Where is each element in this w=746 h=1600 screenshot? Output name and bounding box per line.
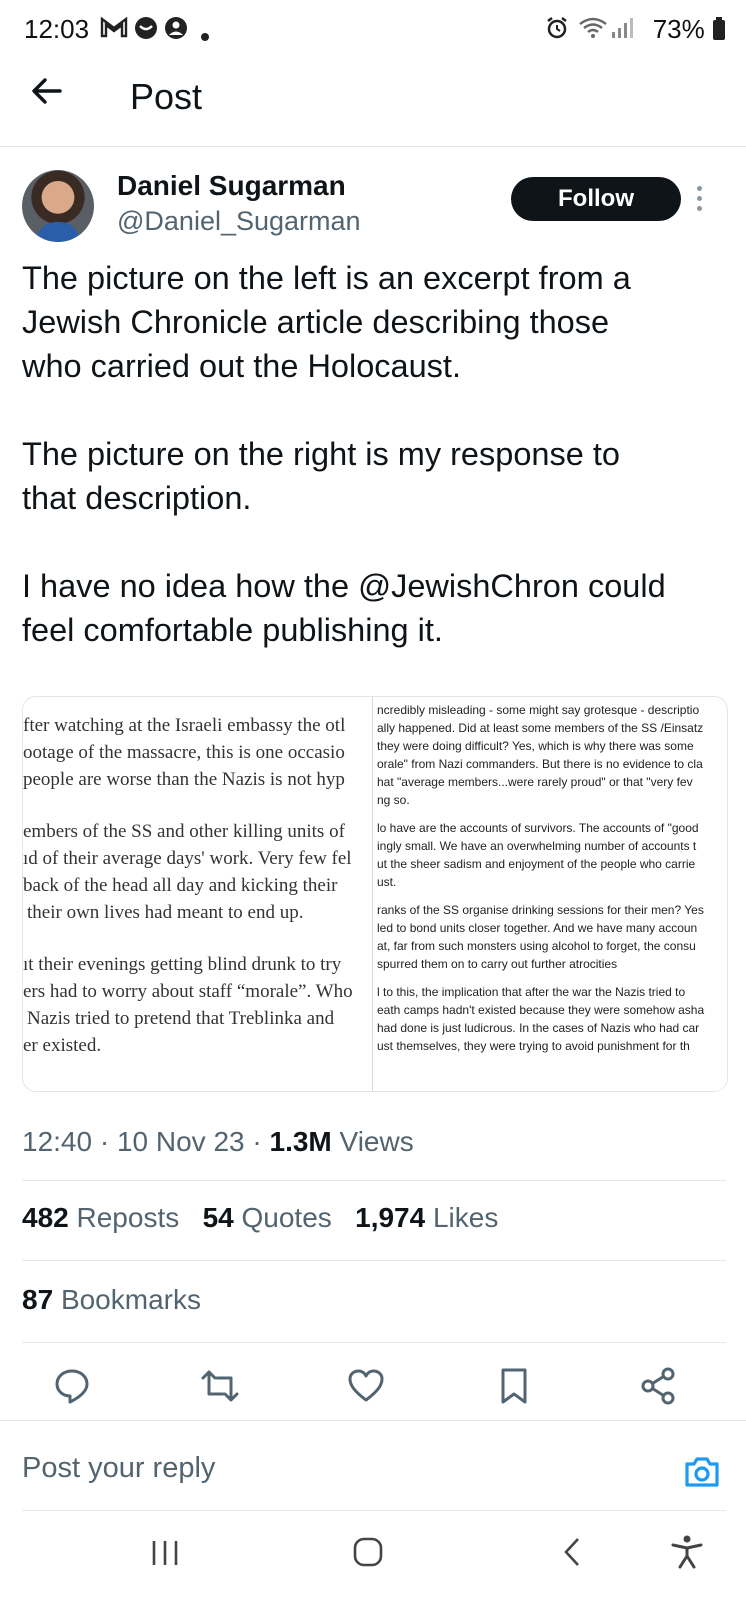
reply-icon[interactable] — [52, 1366, 96, 1410]
response-line: at, far from such monsters using alcohol… — [377, 939, 696, 953]
bookmarks-count: 87 — [22, 1284, 54, 1315]
action-bar — [0, 1366, 746, 1422]
tweet-line: The picture on the left is an excerpt fr… — [22, 260, 631, 296]
post-date: 10 Nov 23 — [116, 1126, 245, 1157]
divider — [0, 1420, 746, 1421]
reposts-label: Reposts — [76, 1202, 180, 1233]
repost-icon[interactable] — [200, 1366, 244, 1410]
excerpt-line: back of the head all day and kicking the… — [23, 875, 338, 896]
response-line: ust themselves, they were trying to avoi… — [377, 1039, 690, 1053]
back-arrow-icon[interactable] — [30, 74, 64, 116]
quotes-label: Quotes — [241, 1202, 332, 1233]
bookmark-icon[interactable] — [494, 1366, 538, 1410]
status-bar: 12:03 73% — [0, 0, 746, 58]
avatar[interactable] — [22, 170, 94, 242]
app-notification-icon — [134, 16, 158, 46]
response-line: they were doing difficult? Yes, which is… — [377, 739, 694, 753]
response-line: ingly small. We have an overwhelming num… — [377, 839, 697, 853]
accessibility-icon[interactable] — [670, 1534, 704, 1575]
post-timestamp: 12:40 · 10 Nov 23 · 1.3M Views — [22, 1126, 414, 1157]
tweet-line: I have no idea how the @JewishChron coul… — [22, 568, 666, 604]
response-line: had done is just ludicrous. In the cases… — [377, 1021, 700, 1035]
excerpt-line: ıd of their average days' work. Very few… — [23, 848, 352, 869]
excerpt-line: people are worse than the Nazis is not h… — [23, 769, 345, 790]
tweet-line: that description. — [22, 480, 252, 516]
system-nav-bar — [0, 1532, 746, 1600]
response-line: led to bond units closer together. And w… — [377, 921, 698, 935]
image-divider — [372, 697, 373, 1091]
bookmarks-stat[interactable]: 87 Bookmarks — [22, 1284, 201, 1316]
home-icon[interactable] — [352, 1536, 384, 1573]
reposts-stat[interactable]: 482 Reposts — [22, 1202, 179, 1233]
tweet-line: Jewish Chronicle article describing thos… — [22, 304, 610, 340]
response-line: ust. — [377, 875, 397, 889]
back-nav-icon[interactable] — [560, 1536, 586, 1573]
tweet-image[interactable]: fter watching at the Israeli embassy the… — [22, 696, 728, 1092]
page-title: Post — [130, 76, 203, 117]
share-icon[interactable] — [638, 1366, 682, 1410]
likes-stat[interactable]: 1,974 Likes — [355, 1202, 498, 1233]
battery-icon — [713, 17, 725, 40]
header-divider — [0, 146, 746, 147]
author-name[interactable]: Daniel Sugarman — [117, 170, 346, 202]
reply-input[interactable]: Post your reply — [22, 1452, 215, 1485]
quotes-stat[interactable]: 54 Quotes — [203, 1202, 332, 1233]
battery-indicator: 73% — [653, 14, 726, 45]
response-line: hat "average members...were rarely proud… — [377, 775, 693, 789]
response-line: ut the sheer sadism and enjoyment of the… — [377, 857, 696, 871]
response-line: ncredibly misleading - some might say gr… — [377, 703, 700, 717]
response-line: l to this, the implication that after th… — [377, 985, 686, 999]
views-count: 1.3M — [269, 1126, 332, 1157]
divider — [22, 1342, 726, 1343]
wifi-icon — [578, 16, 608, 46]
excerpt-line: their own lives had meant to end up. — [27, 902, 304, 923]
divider — [22, 1180, 726, 1181]
tweet-line: The picture on the right is my response … — [22, 436, 620, 472]
battery-percent: 73% — [652, 14, 705, 44]
excerpt-line: fter watching at the Israeli embassy the… — [23, 715, 346, 736]
engagement-stats: 482 Reposts 54 Quotes 1,974 Likes — [22, 1202, 498, 1234]
response-line: spurred them on to carry out further atr… — [377, 957, 618, 971]
tweet-paragraph-2: The picture on the right is my response … — [22, 432, 722, 520]
signal-icon — [610, 16, 634, 46]
follow-button[interactable]: Follow — [511, 177, 681, 221]
divider — [22, 1510, 726, 1511]
more-notifications-dot-icon — [200, 22, 210, 48]
bookmarks-label: Bookmarks — [60, 1284, 201, 1315]
tweet-paragraph-3: I have no idea how the @JewishChron coul… — [22, 564, 722, 652]
excerpt-line: Nazis tried to pretend that Treblinka an… — [27, 1008, 335, 1029]
alarm-icon — [545, 16, 569, 46]
quotes-count: 54 — [202, 1202, 234, 1233]
recent-apps-icon[interactable] — [150, 1538, 180, 1573]
response-line: ng so. — [377, 793, 410, 807]
post-time: 12:40 — [22, 1126, 93, 1157]
excerpt-line: ers had to worry about staff “morale”. W… — [23, 981, 353, 1002]
response-line: lo have are the accounts of survivors. T… — [377, 821, 699, 835]
views-label: Views — [339, 1126, 414, 1157]
response-line: ally happened. Did at least some members… — [377, 721, 704, 735]
left-excerpt-image[interactable]: fter watching at the Israeli embassy the… — [23, 697, 369, 1091]
response-line: ranks of the SS organise drinking sessio… — [377, 903, 704, 917]
status-time: 12:03 — [24, 14, 90, 44]
tweet-paragraph-1: The picture on the left is an excerpt fr… — [22, 256, 722, 388]
response-line: eath camps hadn't existed because they w… — [377, 1003, 705, 1017]
camera-icon[interactable] — [682, 1452, 722, 1492]
account-notification-icon — [164, 16, 188, 46]
more-options-icon[interactable] — [697, 186, 703, 216]
excerpt-line: embers of the SS and other killing units… — [23, 821, 345, 842]
likes-label: Likes — [432, 1202, 499, 1233]
reposts-count: 482 — [22, 1202, 69, 1233]
author-handle[interactable]: @Daniel_Sugarman — [117, 206, 361, 237]
excerpt-line: er existed. — [23, 1035, 102, 1056]
divider — [22, 1260, 726, 1261]
excerpt-line: ıt their evenings getting blind drunk to… — [23, 954, 342, 975]
response-line: orale" from Nazi commanders. But there i… — [377, 757, 703, 771]
tweet-line: feel comfortable publishing it. — [22, 612, 443, 648]
excerpt-line: ootage of the massacre, this is one occa… — [23, 742, 345, 763]
tweet-line: who carried out the Holocaust. — [22, 348, 461, 384]
right-response-image[interactable]: ncredibly misleading - some might say gr… — [375, 697, 727, 1091]
like-icon[interactable] — [346, 1366, 390, 1410]
gmail-notification-icon — [100, 16, 128, 44]
likes-count: 1,974 — [355, 1202, 426, 1233]
